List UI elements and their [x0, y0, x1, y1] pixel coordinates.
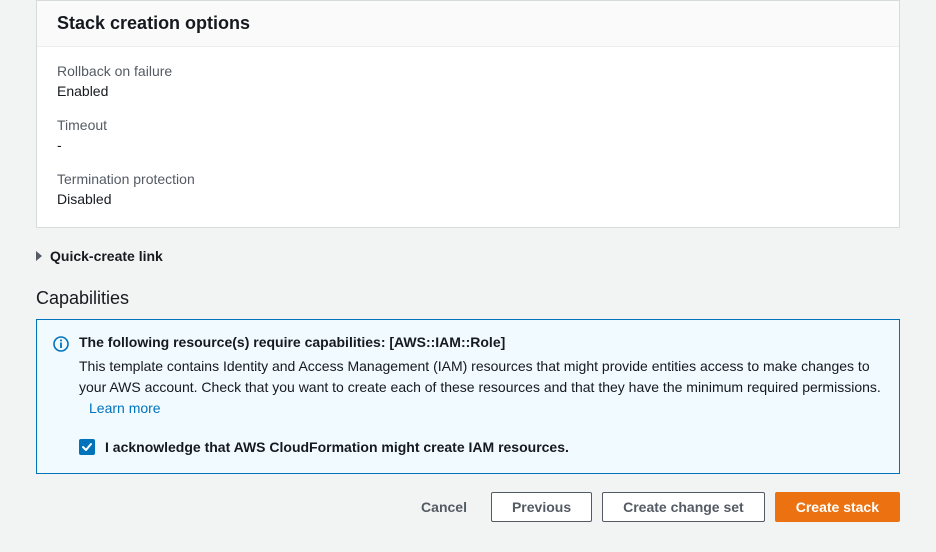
create-stack-button[interactable]: Create stack — [775, 492, 900, 522]
rollback-field: Rollback on failure Enabled — [57, 63, 879, 99]
capabilities-info-box: The following resource(s) require capabi… — [36, 319, 900, 474]
info-content: The following resource(s) require capabi… — [79, 334, 883, 455]
chevron-right-icon — [36, 251, 42, 261]
timeout-label: Timeout — [57, 117, 879, 133]
termination-label: Termination protection — [57, 171, 879, 187]
acknowledge-row[interactable]: I acknowledge that AWS CloudFormation mi… — [79, 439, 883, 455]
info-icon — [53, 336, 69, 352]
timeout-value: - — [57, 137, 879, 153]
button-row: Cancel Previous Create change set Create… — [36, 492, 900, 522]
rollback-value: Enabled — [57, 83, 879, 99]
panel-body: Rollback on failure Enabled Timeout - Te… — [37, 47, 899, 227]
stack-creation-options-panel: Stack creation options Rollback on failu… — [36, 0, 900, 228]
previous-button[interactable]: Previous — [491, 492, 592, 522]
check-icon — [81, 441, 93, 453]
termination-field: Termination protection Disabled — [57, 171, 879, 207]
timeout-field: Timeout - — [57, 117, 879, 153]
acknowledge-checkbox[interactable] — [79, 439, 95, 455]
quick-create-link-toggle[interactable]: Quick-create link — [36, 248, 900, 264]
quick-create-link-label: Quick-create link — [50, 248, 163, 264]
create-change-set-button[interactable]: Create change set — [602, 492, 765, 522]
cancel-button[interactable]: Cancel — [407, 493, 481, 521]
rollback-label: Rollback on failure — [57, 63, 879, 79]
panel-title: Stack creation options — [57, 13, 879, 34]
capabilities-info-desc-text: This template contains Identity and Acce… — [79, 358, 881, 395]
capabilities-info-desc: This template contains Identity and Acce… — [79, 356, 883, 419]
termination-value: Disabled — [57, 191, 879, 207]
capabilities-title: Capabilities — [36, 288, 900, 309]
learn-more-link[interactable]: Learn more — [89, 400, 161, 416]
acknowledge-label: I acknowledge that AWS CloudFormation mi… — [105, 439, 569, 455]
panel-header: Stack creation options — [37, 1, 899, 47]
capabilities-info-title: The following resource(s) require capabi… — [79, 334, 883, 350]
